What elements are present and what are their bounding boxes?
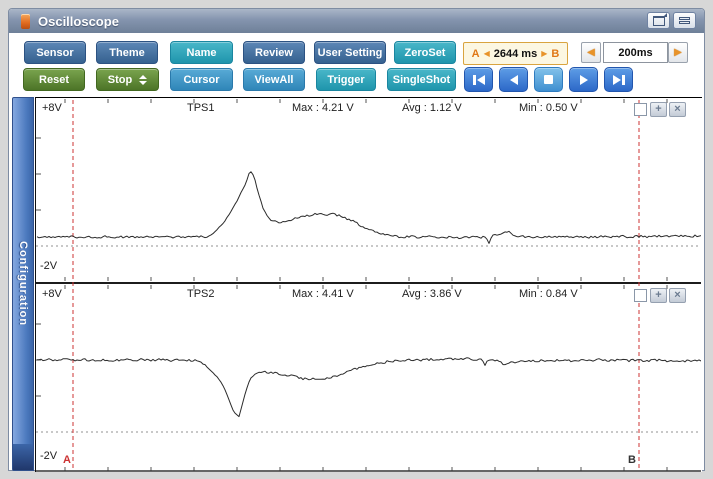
- cursor-ab-time-display[interactable]: A ◀ 2644 ms ▶ B: [463, 42, 568, 65]
- scope-plot-area: +8V TPS1 Max : 4.21 V Avg : 1.12 V Min :…: [35, 97, 702, 472]
- window-restore-button[interactable]: [647, 12, 670, 29]
- button-label: Trigger: [327, 73, 365, 86]
- b-right-arrow-icon: ▶: [541, 48, 548, 58]
- ch2-add-button[interactable]: +: [650, 288, 667, 303]
- ch2-bottom-voltage-label: -2V: [40, 450, 58, 462]
- ch1-name-label: TPS1: [187, 102, 215, 114]
- button-label: ZeroSet: [404, 46, 446, 59]
- configuration-tab[interactable]: Configuration: [12, 97, 34, 471]
- ch1-min-value: Min : 0.50 V: [519, 102, 578, 114]
- ch2-avg-value: Avg : 3.86 V: [402, 288, 462, 300]
- ch2-close-button[interactable]: ×: [669, 288, 686, 303]
- review-button[interactable]: Review: [243, 41, 305, 64]
- step-back-button[interactable]: [499, 67, 528, 92]
- button-label: Name: [186, 46, 217, 59]
- scope-canvas: [36, 99, 701, 472]
- ch1-checkbox[interactable]: [634, 103, 647, 116]
- up-down-spinner-icon[interactable]: [139, 74, 148, 85]
- ch2-top-voltage-label: +8V: [42, 288, 62, 300]
- ch1-max-value: Max : 4.21 V: [292, 102, 354, 114]
- theme-button[interactable]: Theme: [96, 41, 158, 64]
- play-icon: [579, 74, 588, 85]
- button-label: Stop: [107, 73, 133, 86]
- cursor-button[interactable]: Cursor: [170, 68, 233, 91]
- cursor-a-label: A: [471, 47, 480, 60]
- button-label: SingleShot: [392, 73, 451, 86]
- window-controls: [647, 12, 696, 29]
- cursor-b-label: B: [551, 47, 560, 60]
- ab-delta-time-value: 2644 ms: [493, 47, 538, 60]
- bars-icon: [679, 17, 690, 24]
- button-label: Sensor: [36, 46, 74, 59]
- ch2-max-value: Max : 4.41 V: [292, 288, 354, 300]
- left-triangle-icon: ◀: [587, 46, 595, 58]
- stop-icon: [544, 75, 553, 84]
- sensor-button[interactable]: Sensor: [24, 41, 86, 64]
- configuration-tab-label: Configuration: [17, 241, 29, 327]
- skip-to-start-button[interactable]: [464, 67, 493, 92]
- cursor-b-marker[interactable]: B: [628, 454, 636, 466]
- button-label: Review: [255, 46, 293, 59]
- stop-playback-button[interactable]: [534, 67, 563, 92]
- ch2-checkbox[interactable]: [634, 289, 647, 302]
- timebase-increase-button[interactable]: ▶: [668, 42, 688, 63]
- ch1-bottom-voltage-label: -2V: [40, 260, 58, 272]
- app-icon: [21, 13, 30, 29]
- ch2-min-value: Min : 0.84 V: [519, 288, 578, 300]
- viewall-button[interactable]: ViewAll: [243, 68, 305, 91]
- channel-separator: [36, 282, 701, 284]
- button-label: Reset: [39, 73, 69, 86]
- zeroset-button[interactable]: ZeroSet: [394, 41, 456, 64]
- restore-icon: [652, 12, 667, 26]
- ch1-add-button[interactable]: +: [650, 102, 667, 117]
- oscilloscope-window: Oscilloscope Sensor Theme Name Review User S…: [8, 8, 705, 472]
- timebase-value[interactable]: 200ms: [603, 42, 668, 63]
- user-setting-button[interactable]: User Setting: [314, 41, 386, 64]
- right-triangle-icon: ▶: [674, 46, 682, 58]
- a-left-arrow-icon: ◀: [483, 48, 490, 58]
- button-label: User Setting: [317, 46, 383, 59]
- waveform-tps2: [36, 357, 701, 418]
- window-title: Oscilloscope: [38, 13, 119, 29]
- ch1-avg-value: Avg : 1.12 V: [402, 102, 462, 114]
- reset-button[interactable]: Reset: [23, 68, 85, 91]
- prev-icon: [509, 74, 518, 85]
- ch1-top-voltage-label: +8V: [42, 102, 62, 114]
- stop-button[interactable]: Stop: [96, 68, 159, 91]
- skip-start-icon: [472, 74, 485, 85]
- window-menu-button[interactable]: [673, 12, 696, 29]
- singleshot-button[interactable]: SingleShot: [387, 68, 456, 91]
- button-label: ViewAll: [254, 73, 294, 86]
- button-label: Cursor: [183, 73, 220, 86]
- trigger-button[interactable]: Trigger: [316, 68, 376, 91]
- play-button[interactable]: [569, 67, 598, 92]
- toolbar: Sensor Theme Name Review User Setting ZeroSet…: [9, 33, 704, 97]
- name-button[interactable]: Name: [170, 41, 233, 64]
- skip-to-end-button[interactable]: [604, 67, 633, 92]
- skip-end-icon: [612, 74, 625, 85]
- ch1-close-button[interactable]: ×: [669, 102, 686, 117]
- timebase-decrease-button[interactable]: ◀: [581, 42, 601, 63]
- cursor-a-marker[interactable]: A: [63, 454, 71, 466]
- waveform-tps1: [36, 171, 701, 244]
- button-label: Theme: [109, 46, 145, 59]
- titlebar[interactable]: Oscilloscope: [9, 9, 704, 34]
- ch2-name-label: TPS2: [187, 288, 215, 300]
- desktop-background: Oscilloscope Sensor Theme Name Review User S…: [0, 0, 713, 479]
